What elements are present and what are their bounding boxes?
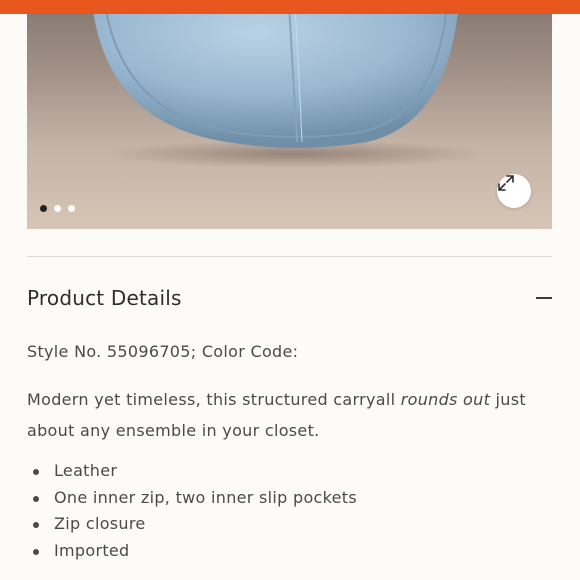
- product-description: Modern yet timeless, this structured car…: [27, 390, 526, 440]
- gallery-dot-3[interactable]: [68, 205, 75, 212]
- expand-icon: [498, 175, 514, 191]
- product-image: [93, 14, 485, 168]
- feature-item: Imported: [27, 538, 357, 565]
- section-divider: [27, 256, 552, 257]
- gallery-pagination: [40, 205, 75, 212]
- feature-item: Zip closure: [27, 511, 357, 538]
- minus-icon[interactable]: [536, 297, 552, 299]
- gallery-dot-2[interactable]: [54, 205, 61, 212]
- zoom-button[interactable]: [497, 174, 531, 208]
- style-number: Style No. 55096705; Color Code:: [27, 342, 299, 361]
- gallery-dot-1[interactable]: [40, 205, 47, 212]
- product-image-gallery[interactable]: [27, 14, 552, 229]
- section-title: Product Details: [27, 286, 182, 310]
- feature-item: One inner zip, two inner slip pockets: [27, 485, 357, 512]
- feature-list: Leather One inner zip, two inner slip po…: [27, 458, 357, 565]
- top-accent-bar: [0, 0, 580, 14]
- description-emphasis: rounds out: [400, 390, 491, 409]
- feature-item: Leather: [27, 458, 357, 485]
- product-details-header[interactable]: Product Details: [27, 282, 552, 314]
